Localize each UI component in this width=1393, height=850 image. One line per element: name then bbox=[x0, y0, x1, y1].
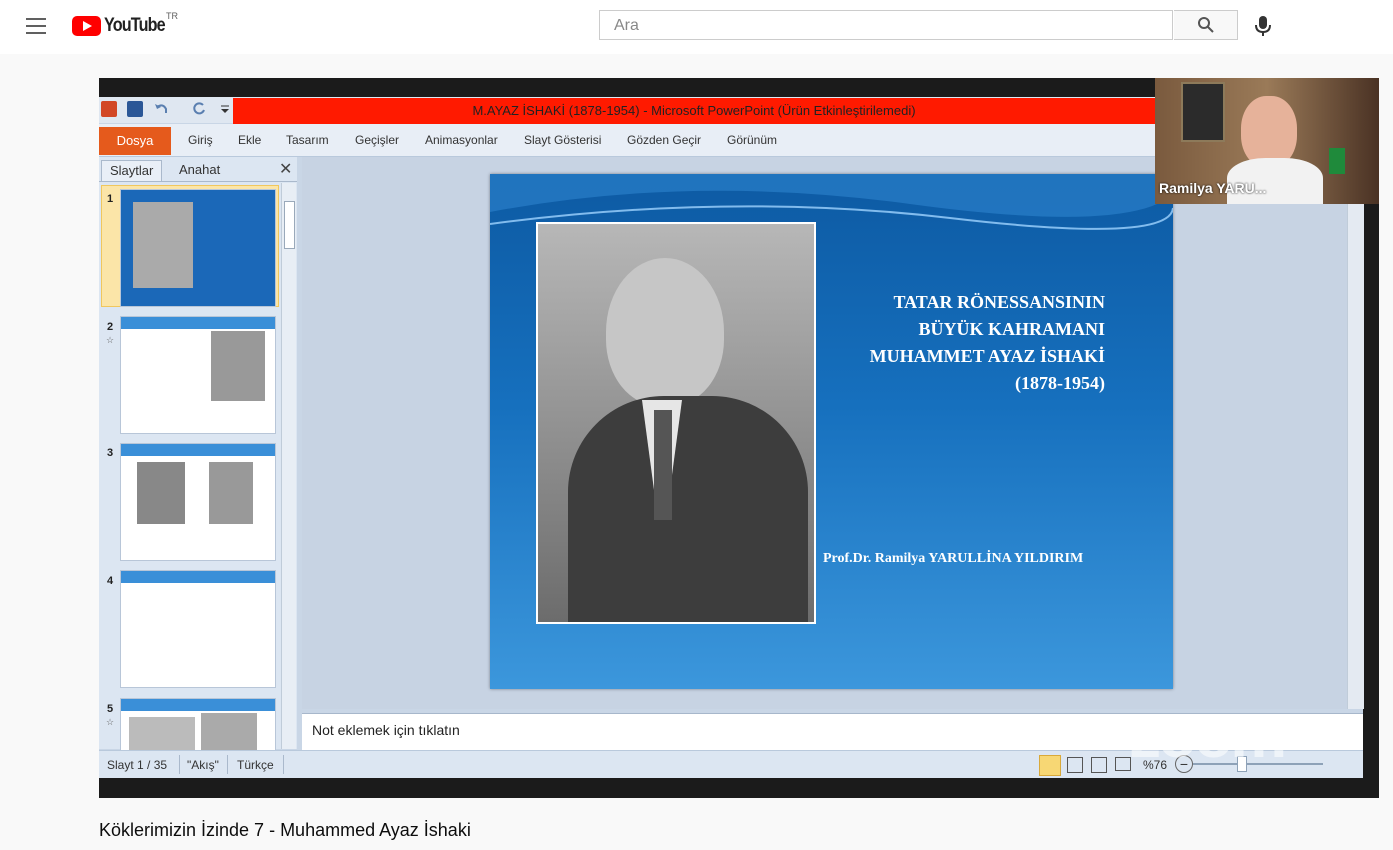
portrait-face bbox=[606, 258, 724, 406]
search-button[interactable] bbox=[1174, 10, 1238, 40]
portrait-tie bbox=[654, 410, 672, 520]
tab-animations[interactable]: Animasyonlar bbox=[425, 133, 498, 147]
framed-portrait bbox=[1181, 82, 1225, 142]
thumbnail-photo bbox=[129, 717, 195, 750]
tab-view[interactable]: Görünüm bbox=[727, 133, 777, 147]
slide-thumbnail[interactable] bbox=[120, 316, 276, 434]
redo-icon[interactable] bbox=[191, 101, 207, 117]
reading-view-icon[interactable] bbox=[1091, 757, 1107, 773]
status-separator bbox=[227, 755, 228, 774]
video-player[interactable]: M.AYAZ İSHAKİ (1878-1954) - Microsoft Po… bbox=[99, 78, 1379, 798]
tab-file[interactable]: Dosya bbox=[99, 127, 171, 155]
quick-access-toolbar: M.AYAZ İSHAKİ (1878-1954) - Microsoft Po… bbox=[99, 97, 1155, 124]
slide-thumbnail[interactable] bbox=[120, 443, 276, 561]
thumbnail-photo bbox=[209, 462, 253, 524]
flag-icon bbox=[1329, 148, 1345, 174]
thumbnail-photo bbox=[133, 202, 193, 288]
close-panel-icon[interactable]: ✕ bbox=[279, 159, 292, 179]
thumbnail-header-band bbox=[121, 571, 275, 583]
slide-author: Prof.Dr. Ramilya YARULLİNA YILDIRIM bbox=[823, 551, 1084, 566]
slide-thumbnail[interactable] bbox=[120, 698, 276, 751]
window-title: M.AYAZ İSHAKİ (1878-1954) - Microsoft Po… bbox=[233, 98, 1155, 124]
portrait-suit bbox=[568, 396, 808, 622]
tab-design[interactable]: Tasarım bbox=[286, 133, 329, 147]
youtube-wordmark: YouTube bbox=[104, 15, 166, 36]
thumbnail-header-band bbox=[121, 699, 275, 711]
tab-home[interactable]: Giriş bbox=[188, 133, 213, 147]
thumbnail-number: 2 bbox=[107, 321, 114, 333]
current-slide[interactable]: TATAR RÖNESSANSININ BÜYÜK KAHRAMANI MUHA… bbox=[490, 174, 1173, 689]
save-icon[interactable] bbox=[127, 101, 143, 117]
tab-outline[interactable]: Anahat bbox=[171, 160, 228, 180]
thumbnail-photo bbox=[137, 462, 185, 524]
tab-review[interactable]: Gözden Geçir bbox=[627, 133, 701, 147]
search-box bbox=[599, 10, 1173, 40]
thumbnail-number: 3 bbox=[107, 447, 114, 459]
ribbon: Dosya Giriş Ekle Tasarım Geçişler Animas… bbox=[99, 124, 1155, 157]
tab-insert[interactable]: Ekle bbox=[238, 133, 261, 147]
microphone-icon bbox=[1255, 16, 1271, 36]
participant-video: Ramilya YARU... bbox=[1155, 78, 1379, 204]
thumbnail-number: 4 bbox=[107, 575, 114, 587]
thumbnail-photo bbox=[201, 713, 257, 750]
participant-name: Ramilya YARU... bbox=[1159, 180, 1267, 196]
scrollbar-thumb[interactable] bbox=[284, 201, 295, 249]
normal-view-icon[interactable] bbox=[1039, 755, 1061, 776]
youtube-logo[interactable]: YouTube bbox=[72, 14, 175, 38]
panel-tabs: Slaytlar Anahat ✕ bbox=[99, 157, 297, 182]
slide-thumbnail[interactable] bbox=[120, 570, 276, 688]
slide-editor: TATAR RÖNESSANSININ BÜYÜK KAHRAMANI MUHA… bbox=[302, 157, 1364, 709]
country-code: TR bbox=[166, 11, 178, 21]
animation-star-icon: ☆ bbox=[106, 717, 115, 727]
menu-icon[interactable] bbox=[26, 18, 46, 34]
slide-counter: Slayt 1 / 35 bbox=[107, 758, 168, 772]
youtube-play-icon bbox=[72, 16, 101, 36]
slide-sorter-icon[interactable] bbox=[1067, 757, 1083, 773]
thumbnail-number: 5 bbox=[107, 703, 114, 715]
youtube-header: YouTube TR bbox=[0, 0, 1393, 54]
slide-title: TATAR RÖNESSANSININ BÜYÜK KAHRAMANI MUHA… bbox=[869, 292, 1105, 393]
thumbnails-scrollbar[interactable] bbox=[281, 183, 296, 749]
zoom-watermark: zoom bbox=[1129, 699, 1287, 771]
thumbnail-photo bbox=[211, 331, 265, 401]
portrait-image bbox=[538, 224, 814, 622]
portrait-photo bbox=[536, 222, 816, 624]
editor-scrollbar[interactable] bbox=[1347, 157, 1364, 709]
theme-name: "Akış" bbox=[187, 758, 219, 772]
thumbnail-header-band bbox=[121, 444, 275, 456]
animation-star-icon: ☆ bbox=[106, 335, 115, 345]
thumbnail-header-band bbox=[121, 317, 275, 329]
tab-transitions[interactable]: Geçişler bbox=[355, 133, 399, 147]
customize-toolbar-icon[interactable] bbox=[217, 101, 233, 117]
status-separator bbox=[283, 755, 284, 774]
thumbnail-number: 1 bbox=[107, 193, 114, 205]
slide-thumbnail[interactable] bbox=[120, 189, 276, 307]
notes-placeholder: Not eklemek için tıklatın bbox=[312, 722, 460, 738]
language-indicator[interactable]: Türkçe bbox=[237, 758, 274, 772]
undo-icon[interactable] bbox=[153, 101, 169, 117]
video-title: Köklerimizin İzinde 7 - Muhammed Ayaz İs… bbox=[99, 820, 471, 840]
voice-search-button[interactable] bbox=[1252, 14, 1274, 38]
search-input[interactable] bbox=[612, 12, 1156, 40]
search-icon bbox=[1198, 17, 1214, 33]
tab-slides[interactable]: Slaytlar bbox=[101, 160, 163, 181]
powerpoint-app-icon[interactable] bbox=[101, 101, 117, 117]
tab-slide-show[interactable]: Slayt Gösterisi bbox=[524, 133, 601, 147]
status-separator bbox=[179, 755, 180, 774]
slides-panel: Slaytlar Anahat ✕ 1 2 ☆ 3 4 5 ☆ bbox=[99, 157, 297, 751]
